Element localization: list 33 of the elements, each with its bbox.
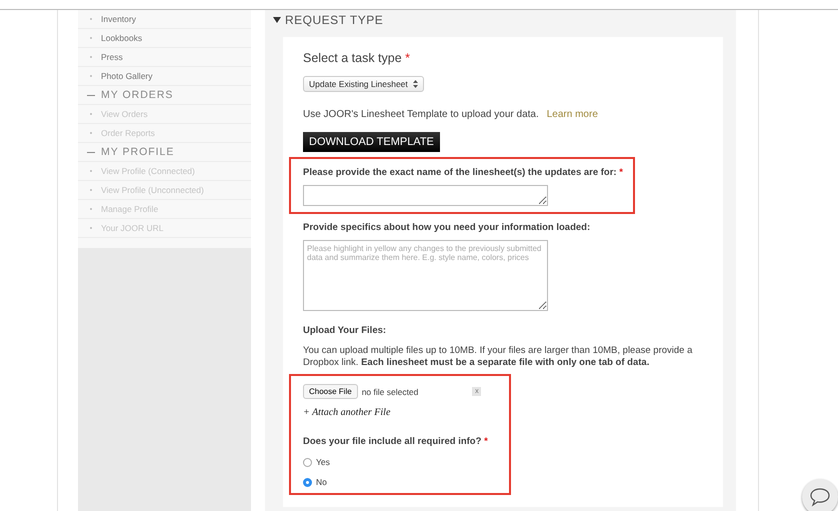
required-mark: * (405, 51, 410, 65)
panel-header[interactable]: REQUEST TYPE (265, 10, 736, 30)
sidebar-section[interactable]: MY PROFILE (78, 143, 251, 162)
download-template-button[interactable]: DOWNLOAD TEMPLATE (303, 132, 440, 152)
file-status: no file selected (362, 386, 418, 396)
learn-more-link[interactable]: Learn more (546, 109, 598, 120)
sidebar-item[interactable]: Lookbooks (78, 29, 251, 48)
field-label: Select a task type * (303, 51, 412, 65)
template-text: Use JOOR's Linesheet Template to upload your data. (303, 109, 539, 120)
required-mark: * (619, 167, 623, 178)
chat-button[interactable] (802, 479, 838, 511)
radio-button[interactable] (303, 478, 312, 486)
sidebar-section[interactable]: MY ORDERS (78, 86, 251, 105)
speech-bubble-icon (809, 487, 831, 507)
panel-title: REQUEST TYPE (285, 13, 384, 27)
field-label: Please provide the exact name of the linesheet(s) the updates are for: * (303, 167, 621, 178)
dropdown-arrows-icon (412, 80, 418, 88)
sidebar-item[interactable]: Inventory (78, 10, 251, 29)
sidebar-item[interactable]: Photo Gallery (78, 67, 251, 86)
section-title: Upload Your Files: (303, 325, 388, 336)
attach-file-link[interactable]: + Attach another File (303, 407, 497, 418)
sidebar-item[interactable]: Press (78, 48, 251, 67)
upload-note: You can upload multiple files up to 10MB. If your files are larger than 10MB, please provide a Dropbox link. Each linesheet must be a separate file with only one tab of data. (303, 345, 694, 369)
required-mark: * (484, 436, 488, 447)
option-label: No (316, 477, 327, 487)
linesheet-name-field[interactable] (303, 185, 548, 206)
choose-file-button[interactable]: Choose File (303, 384, 358, 399)
specifics-field[interactable]: Please highlight in yellow any changes to the previously submitted data and summarize them here. E.g. style name, colors, prices (303, 240, 548, 311)
field-label: Provide specifics about how you need your information loaded: (303, 222, 592, 233)
option-label: Yes (316, 457, 330, 467)
field-label: Does your file include all required info? * (303, 436, 489, 447)
task-type-select[interactable]: Update Existing Linesheet (303, 76, 424, 92)
radio-button[interactable] (303, 458, 312, 466)
